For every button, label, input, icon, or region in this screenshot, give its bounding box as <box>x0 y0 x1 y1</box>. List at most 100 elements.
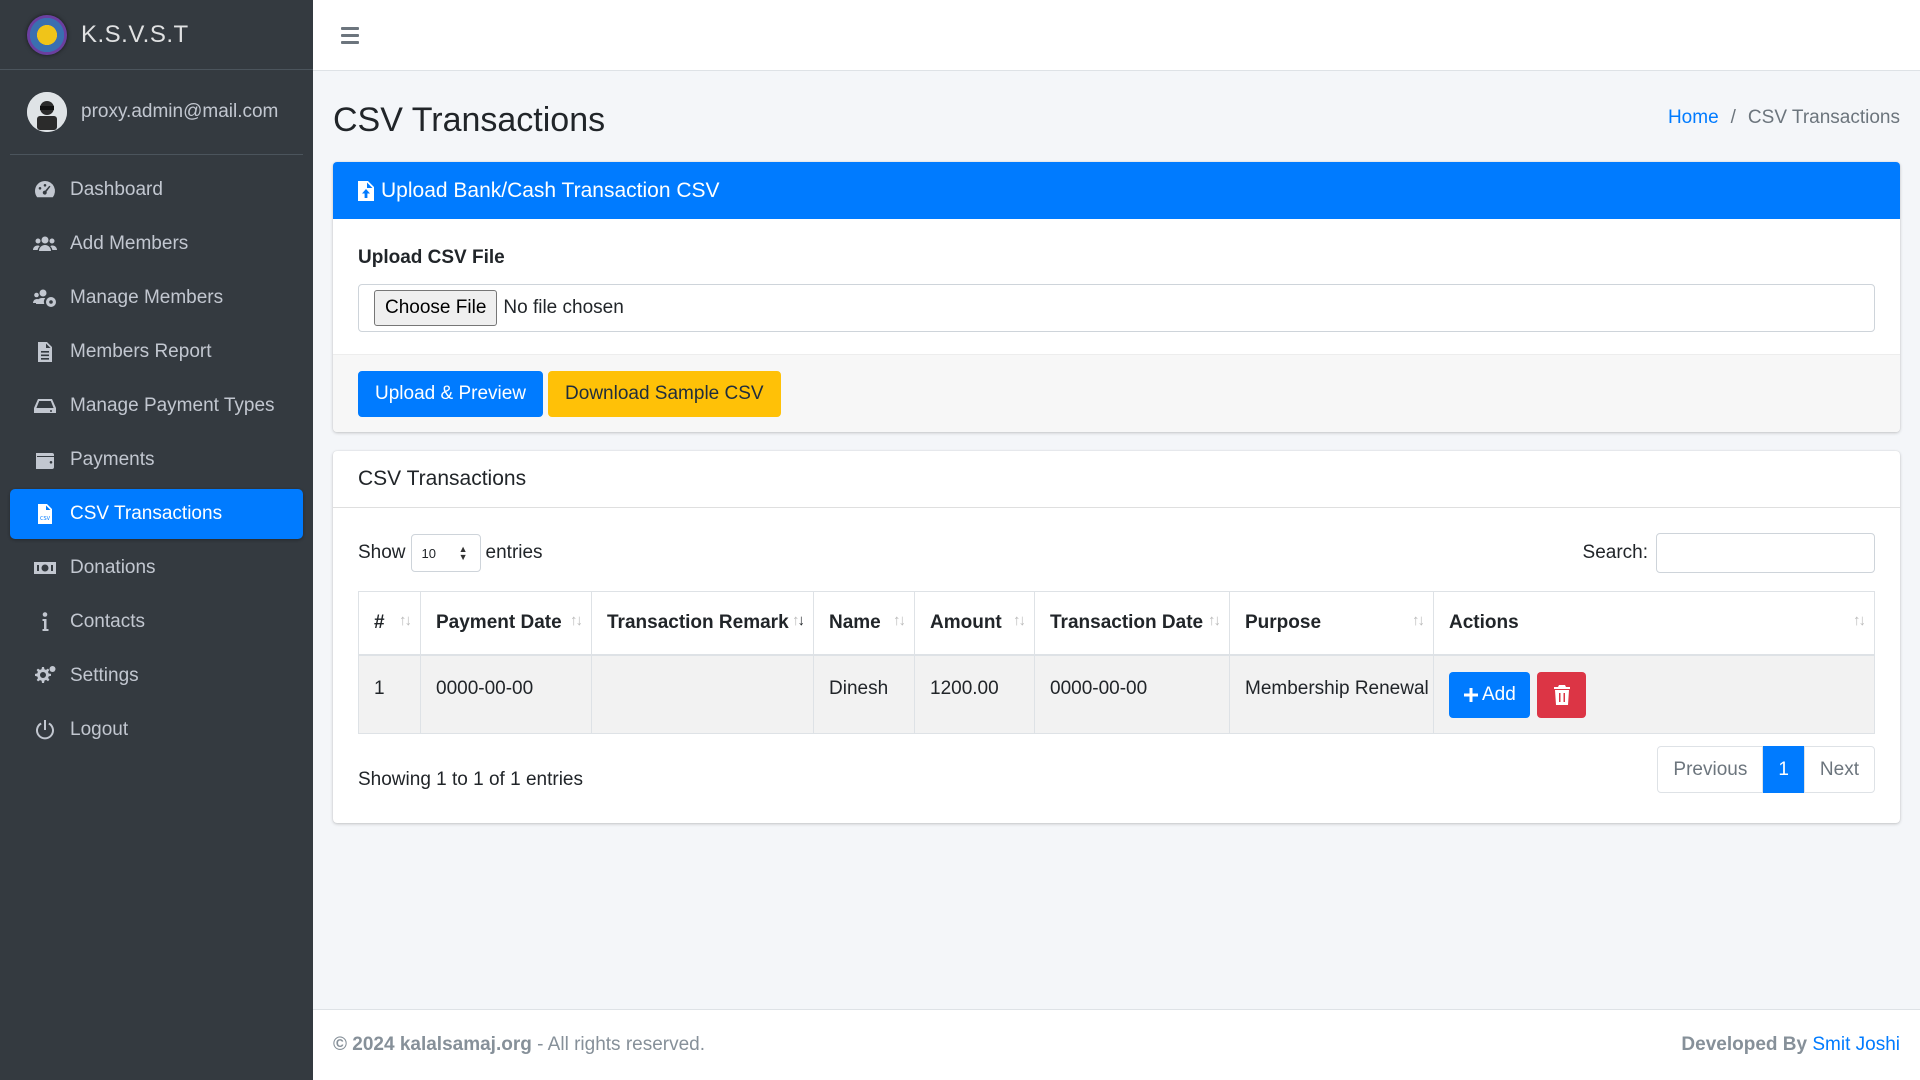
add-button-label: Add <box>1482 683 1516 705</box>
sidebar-item-label: Donations <box>70 557 156 578</box>
file-csv-icon: CSV <box>32 501 58 527</box>
sidebar-item-manage-members[interactable]: Manage Members <box>10 273 303 323</box>
pagination-page-1[interactable]: 1 <box>1763 746 1804 793</box>
entries-label: entries <box>485 542 543 563</box>
delete-button[interactable] <box>1537 671 1587 718</box>
transactions-card-body: Show 10 ▲ ▼ entries Search: # ↑↓ Payment… <box>333 508 1900 823</box>
content-wrapper: CSV Transactions Home / CSV Transactions… <box>313 71 1920 823</box>
sidebar-item-csv-transactions[interactable]: CSV CSV Transactions <box>10 489 303 539</box>
cell-name: Dinesh <box>813 654 915 734</box>
cogs-icon <box>32 663 58 689</box>
pagination-previous[interactable]: Previous <box>1657 746 1764 793</box>
sort-icon: ↑↓ <box>1412 612 1425 629</box>
column-header[interactable]: Transaction Date ↑↓ <box>1034 591 1230 656</box>
cell-actions: Add <box>1433 654 1875 734</box>
cell-remark <box>591 654 814 734</box>
add-button[interactable]: Add <box>1449 671 1530 718</box>
table-search: Search: <box>1583 533 1875 573</box>
sidebar-item-label: Contacts <box>70 611 145 632</box>
sidebar: K.S.V.S.T proxy.admin@mail.com Dashboard… <box>0 0 313 1080</box>
sort-icon: ↑↓ <box>893 612 906 629</box>
upload-csv-label: Upload CSV File <box>358 247 505 268</box>
sidebar-item-contacts[interactable]: Contacts <box>10 597 303 647</box>
table-info: Showing 1 to 1 of 1 entries <box>358 768 583 790</box>
users-cog-icon <box>32 285 58 311</box>
pagination-next[interactable]: Next <box>1803 746 1875 793</box>
sort-icon: ↑↓ <box>1853 612 1866 629</box>
breadcrumb-current: CSV Transactions <box>1747 107 1900 128</box>
wallet-icon <box>32 447 58 473</box>
sidebar-item-members-report[interactable]: Members Report <box>10 327 303 377</box>
download-sample-csv-button[interactable]: Download Sample CSV <box>548 371 781 417</box>
entries-length-control: Show 10 ▲ ▼ entries <box>358 534 543 572</box>
column-header[interactable]: Amount ↑↓ <box>914 591 1035 656</box>
select-arrows-icon: ▲ ▼ <box>458 544 468 562</box>
column-header[interactable]: Purpose ↑↓ <box>1229 591 1434 656</box>
brand-link[interactable]: K.S.V.S.T <box>0 0 313 70</box>
upload-preview-button[interactable]: Upload & Preview <box>358 371 544 417</box>
cell-purpose: Membership Renewal <box>1229 654 1434 734</box>
page-footer: © 2024 kalalsamaj.org - All rights reser… <box>313 1009 1920 1080</box>
column-header[interactable]: Actions ↑↓ <box>1433 591 1875 656</box>
power-icon <box>32 717 58 743</box>
breadcrumb: Home / CSV Transactions <box>1668 107 1900 129</box>
breadcrumb-home-link[interactable]: Home <box>1668 107 1719 129</box>
sort-icon: ↑↓ <box>399 612 412 629</box>
hdd-icon <box>32 393 58 419</box>
info-icon <box>32 609 58 635</box>
sidebar-item-settings[interactable]: Settings <box>10 651 303 701</box>
plus-icon <box>1464 687 1478 702</box>
transactions-card-header: CSV Transactions <box>333 451 1900 508</box>
upload-card-body: Upload CSV File Choose File No file chos… <box>333 219 1900 354</box>
transactions-card: CSV Transactions Show 10 ▲ ▼ entries Sear… <box>333 451 1900 823</box>
sort-icon: ↑↓ <box>1208 612 1221 629</box>
sidebar-item-manage-payment-types[interactable]: Manage Payment Types <box>10 381 303 431</box>
sidebar-item-dashboard[interactable]: Dashboard <box>10 165 303 215</box>
sidebar-item-logout[interactable]: Logout <box>10 705 303 755</box>
top-navbar <box>313 0 1920 71</box>
sort-icon: ↑↓ <box>1013 612 1026 629</box>
upload-card-title: Upload Bank/Cash Transaction CSV <box>381 178 720 202</box>
column-header[interactable]: # ↑↓ <box>358 591 421 656</box>
table-row: 1 0000-00-00 Dinesh 1200.00 0000-00-00 M… <box>358 654 1875 734</box>
csv-file-input[interactable]: Choose File No file chosen <box>358 284 1875 332</box>
cell-amount: 1200.00 <box>914 654 1035 734</box>
users-icon <box>32 231 58 257</box>
sidebar-item-payments[interactable]: Payments <box>10 435 303 485</box>
sort-desc-icon: ↑↓ <box>792 612 805 629</box>
sidebar-item-label: Payments <box>70 449 155 470</box>
upload-card-header: Upload Bank/Cash Transaction CSV <box>333 162 1900 219</box>
entries-select-value: 10 <box>421 545 436 561</box>
sidebar-item-label: Settings <box>70 665 139 686</box>
footer-credits: Developed By Smit Joshi <box>1681 1034 1900 1056</box>
sidebar-item-donations[interactable]: Donations <box>10 543 303 593</box>
brand-name: K.S.V.S.T <box>81 20 189 48</box>
developer-link[interactable]: Smit Joshi <box>1812 1034 1900 1055</box>
menu-toggle-icon[interactable] <box>341 23 365 47</box>
dashboard-icon <box>32 177 58 203</box>
developed-by-label: Developed By <box>1681 1034 1808 1055</box>
user-email[interactable]: proxy.admin@mail.com <box>81 101 278 123</box>
breadcrumb-separator: / <box>1730 107 1736 128</box>
column-header[interactable]: Payment Date ↑↓ <box>420 591 592 656</box>
choose-file-button[interactable]: Choose File <box>374 290 498 326</box>
sidebar-item-label: CSV Transactions <box>70 503 223 524</box>
rights-text: - All rights reserved. <box>531 1034 706 1055</box>
datatable-footer: Showing 1 to 1 of 1 entries Previous 1 N… <box>358 746 1875 793</box>
footer-copyright: © 2024 kalalsamaj.org - All rights reser… <box>333 1034 705 1056</box>
sort-icon: ↑↓ <box>570 612 583 629</box>
avatar <box>27 92 67 132</box>
user-panel: proxy.admin@mail.com <box>10 70 303 155</box>
brand-logo <box>27 14 67 55</box>
sidebar-item-label: Manage Payment Types <box>70 395 275 416</box>
search-input[interactable] <box>1656 533 1875 573</box>
cell-number: 1 <box>358 654 421 734</box>
upload-card-footer: Upload & Preview Download Sample CSV <box>333 354 1900 432</box>
sidebar-item-label: Members Report <box>70 341 212 362</box>
column-header[interactable]: Transaction Remark ↑↓ <box>591 591 814 656</box>
column-header[interactable]: Name ↑↓ <box>813 591 915 656</box>
sidebar-item-add-members[interactable]: Add Members <box>10 219 303 269</box>
entries-select[interactable]: 10 ▲ ▼ <box>410 534 481 572</box>
trash-icon <box>1553 684 1570 705</box>
sidebar-item-label: Manage Members <box>70 287 224 308</box>
